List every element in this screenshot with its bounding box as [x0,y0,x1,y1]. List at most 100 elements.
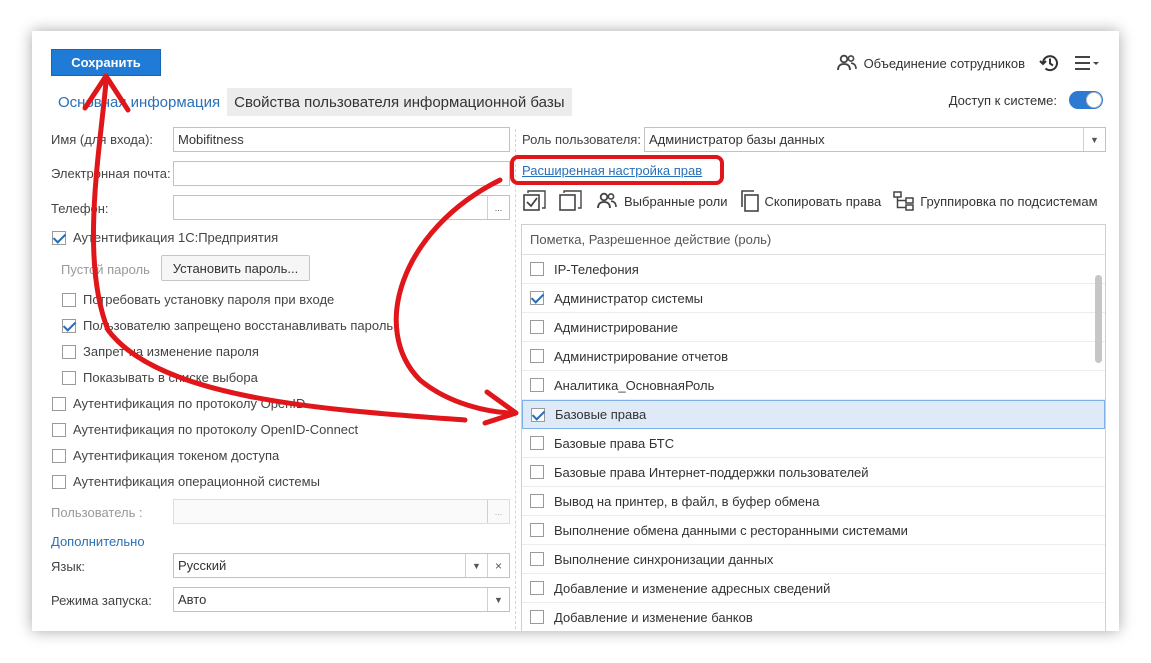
roles-list-scrollbar[interactable] [1095,259,1103,631]
os-user-label: Пользователь : [51,505,143,520]
role-row[interactable]: Администрирование отчетов [522,342,1105,371]
copy-rights-label: Скопировать права [764,193,882,209]
people-icon [597,192,617,209]
forbid-restore-row[interactable]: Пользователю запрещено восстанавливать п… [62,318,393,333]
role-checkbox[interactable] [530,610,544,624]
openid-checkbox[interactable] [52,396,66,411]
token-auth-checkbox[interactable] [52,448,66,463]
os-auth-label: Аутентификация операционной системы [73,474,320,489]
role-row[interactable]: Аналитика_ОсновнаяРоль [522,371,1105,400]
os-user-field[interactable]: ... [173,499,510,524]
role-field[interactable]: Администратор базы данных ▼ [644,127,1106,152]
role-checkbox[interactable] [530,262,544,276]
header-toolbar: Объединение сотрудников [836,51,1101,75]
forbid-change-checkbox[interactable] [62,344,76,359]
rights-toolbar: Выбранные роли Скопировать права Группир… [523,188,1098,214]
merge-employees-label: Объединение сотрудников [863,55,1025,71]
require-password-row[interactable]: Потребовать установку пароля при входе [62,292,334,307]
role-row[interactable]: Вывод на принтер, в файл, в буфер обмена [522,487,1105,516]
role-row[interactable]: Базовые права [522,400,1105,429]
role-label: Выполнение обмена данными с ресторанными… [554,522,908,538]
role-label: Роль пользователя: [522,132,641,147]
forbid-change-row[interactable]: Запрет на изменение пароля [62,344,259,359]
role-row[interactable]: Базовые права БТС [522,429,1105,458]
annotation-highlight-box [510,155,724,185]
os-auth-checkbox[interactable] [52,474,66,489]
role-label: Администрирование отчетов [554,348,728,364]
role-label: IP-Телефония [554,261,639,277]
auth-1c-row[interactable]: Аутентификация 1С:Предприятия [52,230,278,245]
language-field[interactable]: Русский ▼ × [173,553,510,578]
openid-connect-checkbox[interactable] [52,422,66,437]
role-checkbox[interactable] [530,494,544,508]
uncheck-all-button[interactable] [559,190,583,212]
phone-field[interactable]: ... [173,195,510,220]
role-checkbox[interactable] [531,407,545,422]
os-user-select-button[interactable]: ... [487,500,509,523]
role-checkbox[interactable] [530,320,544,334]
grouping-button[interactable]: Группировка по подсистемам [893,191,1098,211]
role-row[interactable]: IP-Телефония [522,255,1105,284]
language-clear-button[interactable]: × [487,554,509,577]
launch-mode-field[interactable]: Авто ▼ [173,587,510,612]
role-row[interactable]: Выполнение синхронизации данных [522,545,1105,574]
tab-main-info[interactable]: Основная информация [51,88,227,116]
hamburger-menu-icon [1075,56,1099,70]
role-row[interactable]: Выполнение обмена данными с ресторанными… [522,516,1105,545]
more-menu-button[interactable] [1075,55,1101,71]
system-access-toggle[interactable] [1069,91,1103,109]
role-label: Аналитика_ОсновнаяРоль [554,377,715,393]
role-row[interactable]: Добавление и изменение адресных сведений [522,574,1105,603]
language-dropdown-button[interactable]: ▼ [465,554,487,577]
os-auth-row[interactable]: Аутентификация операционной системы [52,474,320,489]
role-checkbox[interactable] [530,378,544,392]
openid-connect-row[interactable]: Аутентификация по протоколу OpenID-Conne… [52,422,358,437]
check-all-button[interactable] [523,190,547,212]
grouping-label: Группировка по подсистемам [920,193,1098,209]
empty-password-label: Пустой пароль [61,262,150,277]
copy-rights-button[interactable]: Скопировать права [740,190,882,212]
email-field[interactable] [173,161,510,186]
role-label: Вывод на принтер, в файл, в буфер обмена [554,493,820,509]
role-checkbox[interactable] [530,552,544,566]
role-row[interactable]: Добавление и изменение банков [522,603,1105,631]
system-access: Доступ к системе: [949,91,1103,109]
role-label: Выполнение синхронизации данных [554,551,774,567]
role-checkbox[interactable] [530,465,544,479]
role-value: Администратор базы данных [649,132,825,147]
people-icon [836,54,857,71]
role-checkbox[interactable] [530,581,544,595]
login-field[interactable]: Mobifitness [173,127,510,152]
additional-link[interactable]: Дополнительно [51,534,145,549]
show-in-list-row[interactable]: Показывать в списке выбора [62,370,258,385]
history-button[interactable] [1039,52,1061,74]
history-icon [1039,55,1058,72]
require-password-checkbox[interactable] [62,292,76,307]
language-value: Русский [178,558,227,573]
role-checkbox[interactable] [530,349,544,363]
set-password-button[interactable]: Установить пароль... [161,255,310,281]
role-label: Базовые права БТС [554,435,675,451]
hierarchy-icon [893,191,914,211]
role-checkbox[interactable] [530,523,544,537]
auth-1c-checkbox[interactable] [52,230,66,245]
selected-roles-button[interactable]: Выбранные роли [595,192,728,210]
role-label: Администрирование [554,319,678,335]
save-button[interactable]: Сохранить [51,49,161,76]
show-in-list-checkbox[interactable] [62,370,76,385]
require-password-label: Потребовать установку пароля при входе [83,292,335,307]
role-row[interactable]: Администратор системы [522,284,1105,313]
role-row[interactable]: Администрирование [522,313,1105,342]
merge-employees-button[interactable]: Объединение сотрудников [836,54,1025,72]
token-auth-row[interactable]: Аутентификация токеном доступа [52,448,279,463]
role-dropdown-button[interactable]: ▼ [1083,128,1105,151]
launch-mode-dropdown-button[interactable]: ▼ [487,588,509,611]
openid-row[interactable]: Аутентификация по протоколу OpenID [52,396,305,411]
role-checkbox[interactable] [530,291,544,305]
role-checkbox[interactable] [530,436,544,450]
tab-ib-user-properties[interactable]: Свойства пользователя информационной баз… [227,88,572,116]
role-row[interactable]: Базовые права Интернет-поддержки пользов… [522,458,1105,487]
phone-select-button[interactable]: ... [487,196,509,219]
login-label: Имя (для входа): [51,132,154,147]
forbid-restore-checkbox[interactable] [62,318,76,333]
